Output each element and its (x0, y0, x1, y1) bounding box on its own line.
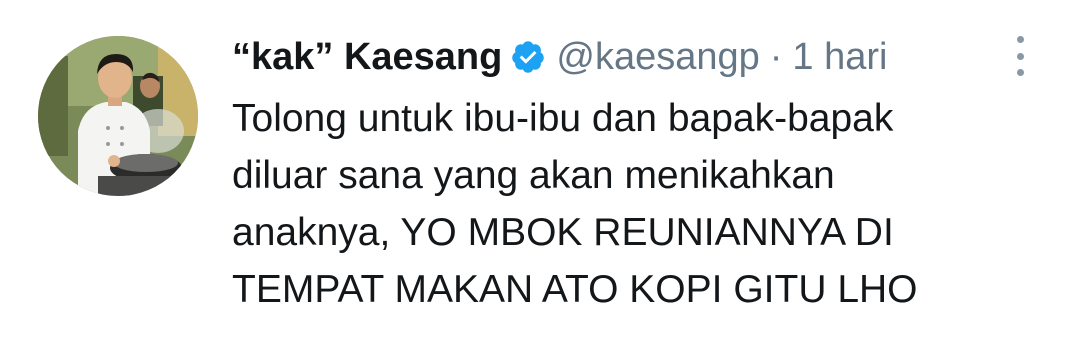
ellipsis-dot (1016, 36, 1024, 43)
tweet-text-line: Tolong untuk ibu-ibu dan bapak-bapak (232, 97, 894, 140)
tweet-header: “kak” Kaesang @kaesangp · 1 hari (232, 32, 887, 82)
avatar[interactable] (38, 36, 198, 196)
timestamp[interactable]: 1 hari (792, 36, 887, 79)
tweet-text-line: anaknya, YO MBOK REUNIANNYA DI (232, 211, 894, 254)
tweet-card[interactable]: “kak” Kaesang @kaesangp · 1 hari Tolong … (0, 0, 1080, 340)
display-name[interactable]: “kak” Kaesang (232, 36, 502, 79)
ellipsis-dot (1016, 52, 1024, 60)
tweet-text: Tolong untuk ibu-ibu dan bapak-bapak dil… (232, 90, 1052, 318)
ellipsis-dot (1016, 69, 1024, 76)
avatar-photo (38, 36, 198, 196)
tweet-text-line: TEMPAT MAKAN ATO KOPI GITU LHO (232, 268, 918, 311)
verified-check-icon (510, 39, 546, 75)
tweet-text-line: diluar sana yang akan menikahkan (232, 154, 835, 197)
user-handle[interactable]: @kaesangp (556, 36, 759, 79)
vertical-ellipsis-icon[interactable] (1010, 36, 1030, 76)
separator-dot: · (769, 35, 783, 78)
